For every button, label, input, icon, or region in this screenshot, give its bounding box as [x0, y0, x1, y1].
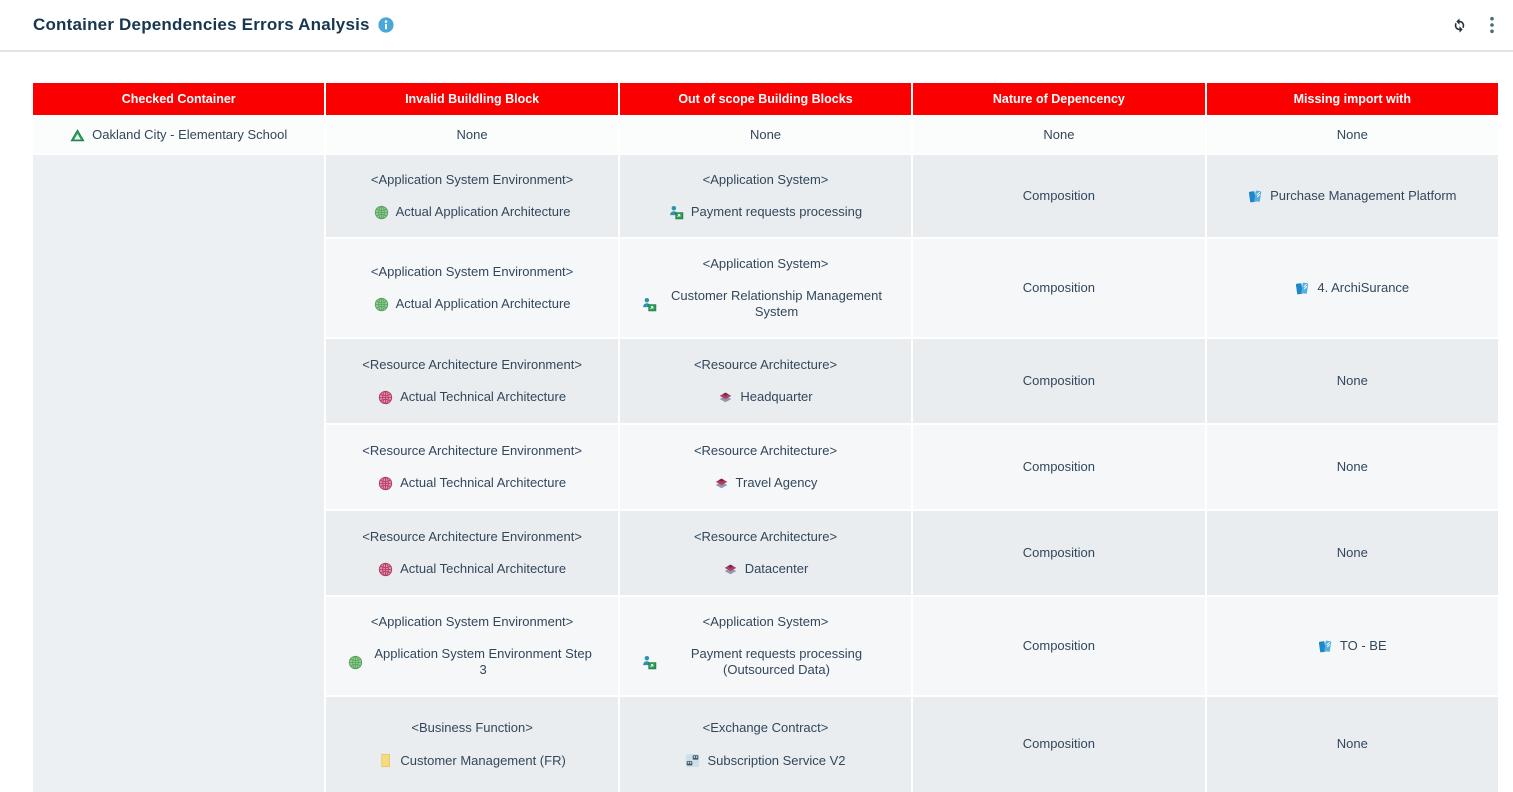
- nature-cell: None: [913, 117, 1204, 153]
- out-of-scope-cell: <Resource Architecture> Travel Agency: [620, 425, 911, 509]
- out-of-scope-cell: <Application System> Customer Relationsh…: [620, 239, 911, 337]
- invalid-cell: <Business Function> Customer Management …: [326, 697, 617, 792]
- element-name: Datacenter: [745, 561, 809, 577]
- invalid-cell: <Application System Environment> Actual …: [326, 239, 617, 337]
- blue-model-books-icon: [1318, 639, 1333, 654]
- column-header-checked-container: Checked Container: [33, 83, 324, 115]
- missing-import-cell: None: [1207, 425, 1498, 509]
- out-of-scope-cell: <Resource Architecture> Datacenter: [620, 511, 911, 595]
- element-name: Payment requests processing (Outsourced …: [664, 646, 889, 679]
- crimson-node-icon: [718, 390, 733, 405]
- info-icon[interactable]: [378, 17, 394, 33]
- stereotype-label: <Resource Architecture Environment>: [362, 529, 582, 545]
- nature-cell: Composition: [913, 239, 1204, 337]
- green-triangle-container-icon: [70, 128, 85, 143]
- blue-model-books-icon: [1295, 281, 1310, 296]
- crimson-node-icon: [714, 476, 729, 491]
- stereotype-label: <Resource Architecture>: [694, 443, 837, 459]
- out-of-scope-cell: None: [620, 117, 911, 153]
- nature-cell: Composition: [913, 425, 1204, 509]
- element-name: 4. ArchiSurance: [1317, 280, 1409, 296]
- person-component-icon: [642, 655, 657, 670]
- nature-cell: Composition: [913, 597, 1204, 695]
- element-name: Actual Technical Architecture: [400, 561, 566, 577]
- element-name: Subscription Service V2: [707, 753, 845, 769]
- stereotype-label: <Application System Environment>: [371, 614, 573, 630]
- person-component-icon: [642, 297, 657, 312]
- element-name: Customer Relationship Management System: [664, 288, 889, 321]
- invalid-cell: <Resource Architecture Environment> Actu…: [326, 425, 617, 509]
- green-globe-icon: [374, 205, 389, 220]
- out-of-scope-cell: <Exchange Contract> Subscription Service…: [620, 697, 911, 792]
- refresh-button[interactable]: [1448, 14, 1471, 37]
- page-title: Container Dependencies Errors Analysis: [33, 15, 370, 35]
- missing-import-cell: Purchase Management Platform: [1207, 155, 1498, 237]
- out-of-scope-cell: <Application System> Payment requests pr…: [620, 155, 911, 237]
- stereotype-label: <Application System>: [703, 172, 829, 188]
- missing-import-cell: 4. ArchiSurance: [1207, 239, 1498, 337]
- blue-model-books-icon: [1248, 189, 1263, 204]
- checked-container-cell: Oakland City - Elementary School: [33, 117, 324, 153]
- stereotype-label: <Exchange Contract>: [703, 720, 829, 736]
- invalid-cell: <Application System Environment> Applica…: [326, 597, 617, 695]
- refresh-icon: [1450, 16, 1469, 35]
- toolbar: Container Dependencies Errors Analysis: [0, 0, 1513, 52]
- stereotype-label: <Resource Architecture>: [694, 357, 837, 373]
- checked-container-span-cell: [33, 155, 324, 792]
- stereotype-label: <Resource Architecture Environment>: [362, 443, 582, 459]
- stereotype-label: <Resource Architecture>: [694, 529, 837, 545]
- element-name: Headquarter: [740, 389, 812, 405]
- green-globe-icon: [348, 655, 363, 670]
- missing-import-cell: None: [1207, 117, 1498, 153]
- stereotype-label: <Application System>: [703, 256, 829, 272]
- green-globe-icon: [374, 297, 389, 312]
- missing-import-cell: None: [1207, 339, 1498, 423]
- container-name: Oakland City - Elementary School: [92, 127, 287, 143]
- crimson-globe-icon: [378, 562, 393, 577]
- column-header-nature: Nature of Depencency: [913, 83, 1204, 115]
- person-component-icon: [669, 205, 684, 220]
- out-of-scope-cell: <Application System> Payment requests pr…: [620, 597, 911, 695]
- stereotype-label: <Application System>: [703, 614, 829, 630]
- more-options-button[interactable]: [1487, 14, 1497, 36]
- kebab-menu-icon: [1489, 16, 1495, 34]
- element-name: Actual Application Architecture: [396, 296, 571, 312]
- stereotype-label: <Application System Environment>: [371, 172, 573, 188]
- dependencies-table: Checked Container Invalid Buildling Bloc…: [33, 83, 1498, 792]
- element-name: Actual Technical Architecture: [400, 389, 566, 405]
- nature-cell: Composition: [913, 155, 1204, 237]
- exchange-contract-icon: [685, 753, 700, 768]
- missing-import-cell: TO - BE: [1207, 597, 1498, 695]
- missing-import-cell: None: [1207, 697, 1498, 792]
- toolbar-actions: [1448, 14, 1497, 37]
- crimson-globe-icon: [378, 390, 393, 405]
- nature-cell: Composition: [913, 511, 1204, 595]
- stereotype-label: <Business Function>: [411, 720, 532, 736]
- crimson-node-icon: [723, 562, 738, 577]
- invalid-cell: <Application System Environment> Actual …: [326, 155, 617, 237]
- stereotype-label: <Application System Environment>: [371, 264, 573, 280]
- element-name: Purchase Management Platform: [1270, 188, 1456, 204]
- element-name: Travel Agency: [736, 475, 818, 491]
- element-name: Application System Environment Step 3: [370, 646, 595, 679]
- element-name: Customer Management (FR): [400, 753, 565, 769]
- element-name: Actual Application Architecture: [396, 204, 571, 220]
- invalid-cell: <Resource Architecture Environment> Actu…: [326, 511, 617, 595]
- yellow-function-icon: [378, 753, 393, 768]
- element-name: TO - BE: [1340, 638, 1387, 654]
- column-header-missing-import: Missing import with: [1207, 83, 1498, 115]
- element-name: Actual Technical Architecture: [400, 475, 566, 491]
- column-header-out-of-scope: Out of scope Building Blocks: [620, 83, 911, 115]
- element-name: Payment requests processing: [691, 204, 862, 220]
- missing-import-cell: None: [1207, 511, 1498, 595]
- nature-cell: Composition: [913, 339, 1204, 423]
- crimson-globe-icon: [378, 476, 393, 491]
- invalid-cell: None: [326, 117, 617, 153]
- invalid-cell: <Resource Architecture Environment> Actu…: [326, 339, 617, 423]
- out-of-scope-cell: <Resource Architecture> Headquarter: [620, 339, 911, 423]
- stereotype-label: <Resource Architecture Environment>: [362, 357, 582, 373]
- nature-cell: Composition: [913, 697, 1204, 792]
- column-header-invalid-building-block: Invalid Buildling Block: [326, 83, 617, 115]
